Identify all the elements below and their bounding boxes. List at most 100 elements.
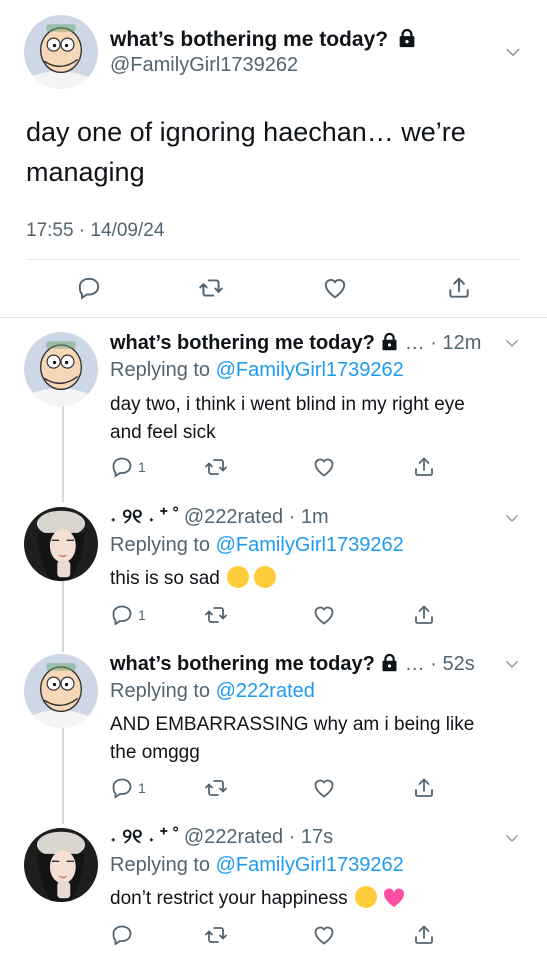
avatar[interactable]	[24, 654, 98, 728]
reply-icon	[110, 455, 134, 479]
reply-button[interactable]	[76, 275, 102, 301]
reply-icon	[110, 923, 134, 947]
replying-to-link[interactable]: @FamilyGirl1739262	[216, 534, 404, 556]
reply-header[interactable]: ˖ ୨୧ ˖ ⁺ ˚ @222rated · 1m	[110, 506, 329, 529]
share-button[interactable]	[412, 776, 436, 800]
reply-count: 1	[138, 607, 146, 623]
reply-count: 1	[138, 780, 146, 796]
avatar[interactable]	[24, 332, 98, 406]
avatar-image	[24, 828, 98, 902]
main-tweet-display-name[interactable]: what’s bothering me today?	[110, 27, 418, 52]
replying-to-label: Replying to	[110, 359, 216, 381]
chevron-down-icon[interactable]	[503, 829, 521, 847]
tweet-text-line: this is so sad	[110, 568, 220, 589]
reply-button[interactable]	[110, 923, 134, 947]
share-button[interactable]	[412, 923, 436, 947]
handle-and-time: @222rated · 1m	[183, 506, 329, 528]
retweet-button[interactable]	[204, 923, 228, 947]
tweet-text-line: don’t restrict your happiness	[110, 888, 348, 909]
crying-emoji	[254, 566, 277, 588]
reply-icon	[110, 776, 134, 800]
reply-button[interactable]: 1	[110, 603, 146, 627]
retweet-icon	[198, 275, 224, 301]
share-icon	[446, 275, 472, 301]
lock-icon	[379, 331, 400, 352]
retweet-button[interactable]	[204, 455, 228, 479]
reply-button[interactable]: 1	[110, 776, 146, 800]
chevron-down-icon[interactable]	[503, 655, 521, 673]
like-icon	[312, 776, 336, 800]
chevron-down-icon[interactable]	[503, 509, 521, 527]
share-icon	[412, 603, 436, 627]
replying-to: Replying to @222rated	[110, 680, 315, 703]
share-icon	[412, 455, 436, 479]
display-name: ˖ ୨୧ ˖ ⁺ ˚	[110, 826, 180, 848]
tweet-text-line: AND EMBARRASSING why am i being like	[110, 714, 475, 735]
reply-header[interactable]: what’s bothering me today? … · 12m	[110, 331, 481, 355]
retweet-icon	[204, 776, 228, 800]
share-button[interactable]	[412, 603, 436, 627]
replying-to-link[interactable]: @FamilyGirl1739262	[216, 359, 404, 381]
like-icon	[322, 275, 348, 301]
reply-text: day two, i think i went blind in my righ…	[110, 391, 465, 447]
reply-icon	[76, 275, 102, 301]
replying-to: Replying to @FamilyGirl1739262	[110, 359, 404, 382]
crying-emoji	[227, 566, 250, 588]
replying-to-label: Replying to	[110, 680, 216, 702]
retweet-icon	[204, 455, 228, 479]
divider	[0, 317, 547, 318]
main-tweet-timestamp[interactable]: 17:55 · 14/09/24	[26, 220, 164, 242]
like-icon	[312, 455, 336, 479]
share-icon	[412, 923, 436, 947]
reply-text: this is so sad	[110, 565, 277, 593]
reply-button[interactable]: 1	[110, 455, 146, 479]
tweet-text-line: managing	[26, 157, 145, 187]
share-icon	[412, 776, 436, 800]
replying-to-label: Replying to	[110, 854, 216, 876]
retweet-button[interactable]	[204, 603, 228, 627]
like-icon	[312, 923, 336, 947]
display-name-text: what’s bothering me today?	[110, 28, 389, 51]
like-button[interactable]	[322, 275, 348, 301]
display-name: what’s bothering me today?	[110, 653, 375, 675]
replying-to-label: Replying to	[110, 534, 216, 556]
avatar-image	[24, 654, 98, 728]
like-button[interactable]	[312, 923, 336, 947]
avatar-image	[24, 507, 98, 581]
share-button[interactable]	[412, 455, 436, 479]
reply-header[interactable]: ˖ ୨୧ ˖ ⁺ ˚ @222rated · 17s	[110, 826, 333, 849]
avatar[interactable]	[24, 828, 98, 902]
avatar[interactable]	[24, 507, 98, 581]
thread-line	[62, 728, 64, 824]
persevering-emoji	[354, 886, 377, 908]
thread-line	[62, 405, 64, 502]
retweet-button[interactable]	[204, 776, 228, 800]
chevron-down-icon[interactable]	[503, 42, 523, 62]
chevron-down-icon[interactable]	[503, 334, 521, 352]
replying-to-link[interactable]: @222rated	[216, 680, 315, 702]
retweet-button[interactable]	[198, 275, 224, 301]
avatar[interactable]	[24, 15, 98, 89]
tweet-time: … · 52s	[404, 653, 475, 675]
tweet-text-line: the omggg	[110, 742, 200, 763]
replying-to: Replying to @FamilyGirl1739262	[110, 534, 404, 557]
retweet-icon	[204, 923, 228, 947]
tweet-text-line: and feel sick	[110, 422, 216, 443]
reply-text: don’t restrict your happiness	[110, 885, 406, 913]
display-name: ˖ ୨୧ ˖ ⁺ ˚	[110, 506, 180, 528]
retweet-icon	[204, 603, 228, 627]
share-button[interactable]	[446, 275, 472, 301]
main-tweet-handle[interactable]: @FamilyGirl1739262	[110, 54, 298, 77]
reply-text: AND EMBARRASSING why am i being like the…	[110, 711, 474, 767]
reply-header[interactable]: what’s bothering me today? … · 52s	[110, 652, 475, 676]
like-button[interactable]	[312, 776, 336, 800]
thread-line	[62, 580, 64, 652]
replying-to-link[interactable]: @FamilyGirl1739262	[216, 854, 404, 876]
tweet-text-line: day one of ignoring haechan… we’re	[26, 117, 466, 147]
like-button[interactable]	[312, 603, 336, 627]
tweet-time: … · 12m	[404, 332, 482, 354]
reply-icon	[110, 603, 134, 627]
avatar-image	[24, 332, 98, 406]
reply-count: 1	[138, 459, 146, 475]
like-button[interactable]	[312, 455, 336, 479]
